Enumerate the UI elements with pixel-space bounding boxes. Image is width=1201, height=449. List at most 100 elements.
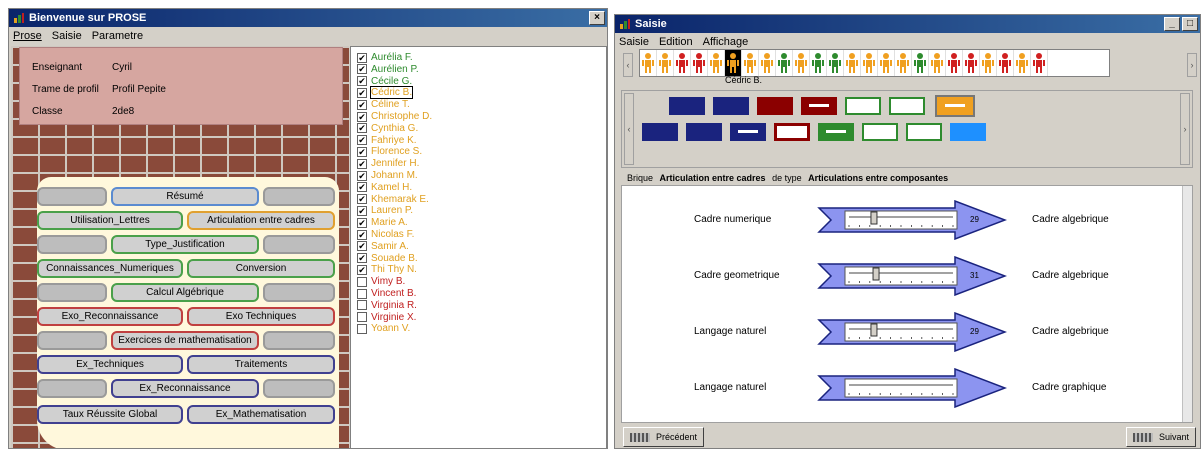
brick-darkred[interactable]	[757, 97, 793, 115]
student-checkbox[interactable]: ✔	[357, 87, 367, 98]
student-checkbox[interactable]	[357, 276, 367, 287]
brick-navy[interactable]	[669, 97, 705, 115]
student-item[interactable]: ✔ Cécile G.	[357, 76, 412, 87]
student-figure-icon[interactable]	[742, 50, 759, 76]
student-checkbox[interactable]: ✔	[357, 111, 367, 122]
student-item[interactable]: ✔ Marie A.	[357, 217, 408, 228]
student-checkbox[interactable]: ✔	[357, 52, 367, 63]
ex-techniques-button[interactable]: Ex_Techniques	[37, 355, 183, 374]
student-figure-icon[interactable]	[963, 50, 980, 76]
student-item[interactable]: ✔ Nicolas F.	[357, 229, 414, 240]
student-figure-icon[interactable]	[759, 50, 776, 76]
student-figure-icon[interactable]	[657, 50, 674, 76]
student-checkbox[interactable]: ✔	[357, 241, 367, 252]
student-figure-icon[interactable]	[929, 50, 946, 76]
connaissances-numeriques-button[interactable]: Connaissances_Numeriques	[37, 259, 183, 278]
menu-affichage[interactable]: Affichage	[703, 36, 749, 48]
student-figure-icon[interactable]	[640, 50, 657, 76]
student-figure-icon[interactable]	[878, 50, 895, 76]
brick-green-outline[interactable]	[906, 123, 942, 141]
previous-button[interactable]: Précédent	[623, 427, 705, 447]
brick-green-outline[interactable]	[845, 97, 881, 115]
student-figure-icon[interactable]	[691, 50, 708, 76]
brick-darkred-open[interactable]	[801, 97, 837, 115]
student-checkbox[interactable]: ✔	[357, 170, 367, 181]
student-checkbox[interactable]	[357, 312, 367, 323]
student-checkbox[interactable]: ✔	[357, 205, 367, 216]
student-figure-icon[interactable]	[810, 50, 827, 76]
brick-green-outline[interactable]	[889, 97, 925, 115]
student-figure-icon[interactable]	[997, 50, 1014, 76]
student-item[interactable]: ✔ Céline T.	[357, 99, 410, 110]
student-item[interactable]: ✔ Aurélia F.	[357, 52, 413, 63]
articulation-cadres-button[interactable]: Articulation entre cadres	[187, 211, 335, 230]
student-figure-icon[interactable]	[776, 50, 793, 76]
maximize-icon[interactable]: □	[1182, 17, 1198, 31]
student-checkbox[interactable]	[357, 288, 367, 299]
taux-reussite-button[interactable]: Taux Réussite Global	[37, 405, 183, 424]
figures-scroll-left[interactable]: ‹	[623, 53, 633, 77]
student-checkbox[interactable]: ✔	[357, 146, 367, 157]
bricks-scroll-left[interactable]: ‹	[624, 93, 634, 165]
student-item[interactable]: ✔ Samir A.	[357, 241, 409, 252]
student-checkbox[interactable]: ✔	[357, 194, 367, 205]
student-checkbox[interactable]: ✔	[357, 135, 367, 146]
student-item[interactable]: ✔ Lauren P.	[357, 205, 413, 216]
menu-saisie[interactable]: Saisie	[52, 30, 82, 42]
calcul-algebrique-button[interactable]: Calcul Algébrique	[111, 283, 259, 302]
student-item[interactable]: Vincent B.	[357, 288, 416, 299]
exo-reconnaissance-button[interactable]: Exo_Reconnaissance	[37, 307, 183, 326]
brick-lightblue[interactable]	[950, 123, 986, 141]
student-figure-icon[interactable]	[674, 50, 691, 76]
brick-navy[interactable]	[686, 123, 722, 141]
student-checkbox[interactable]	[357, 300, 367, 311]
menu-parametre[interactable]: Parametre	[92, 30, 143, 42]
student-item[interactable]: Virginie X.	[357, 312, 416, 323]
brick-green-open[interactable]	[818, 123, 854, 141]
student-item[interactable]: Yoann V.	[357, 323, 410, 334]
student-checkbox[interactable]: ✔	[357, 182, 367, 193]
student-item[interactable]: ✔ Florence S.	[357, 146, 422, 157]
student-item[interactable]: ✔ Thi Thy N.	[357, 264, 417, 275]
vertical-scrollbar[interactable]	[1182, 186, 1192, 422]
type-justification-button[interactable]: Type_Justification	[111, 235, 259, 254]
student-checkbox[interactable]: ✔	[357, 253, 367, 264]
minimize-icon[interactable]: _	[1164, 17, 1180, 31]
student-item[interactable]: Virginia R.	[357, 300, 417, 311]
menu-edition[interactable]: Edition	[659, 36, 693, 48]
bricks-scroll-right[interactable]: ›	[1180, 93, 1190, 165]
student-checkbox[interactable]: ✔	[357, 217, 367, 228]
student-item[interactable]: ✔ Fahriye K.	[357, 135, 417, 146]
student-figure-icon[interactable]	[895, 50, 912, 76]
student-figure-icon[interactable]	[725, 50, 742, 76]
student-figure-icon[interactable]	[861, 50, 878, 76]
student-item[interactable]: ✔ Jennifer H.	[357, 158, 419, 169]
resume-button[interactable]: Résumé	[111, 187, 259, 206]
student-figure-icon[interactable]	[708, 50, 725, 76]
conversion-button[interactable]: Conversion	[187, 259, 335, 278]
close-icon[interactable]: ×	[589, 11, 605, 25]
student-item[interactable]: Vimy B.	[357, 276, 405, 287]
student-item[interactable]: ✔ Johann M.	[357, 170, 418, 181]
exo-techniques-button[interactable]: Exo Techniques	[187, 307, 335, 326]
student-checkbox[interactable]: ✔	[357, 76, 367, 87]
traitements-button[interactable]: Traitements	[187, 355, 335, 374]
ex-mathematisation-button[interactable]: Ex_Mathematisation	[187, 405, 335, 424]
brick-navy[interactable]	[713, 97, 749, 115]
student-item[interactable]: ✔ Kamel H.	[357, 182, 412, 193]
student-checkbox[interactable]: ✔	[357, 158, 367, 169]
student-checkbox[interactable]: ✔	[357, 64, 367, 75]
brick-green-outline[interactable]	[862, 123, 898, 141]
brick-navy-open[interactable]	[730, 123, 766, 141]
utilisation-lettres-button[interactable]: Utilisation_Lettres	[37, 211, 183, 230]
student-item[interactable]: ✔ Khemarak E.	[357, 194, 429, 205]
student-figure-icon[interactable]	[827, 50, 844, 76]
brick-navy[interactable]	[642, 123, 678, 141]
student-checkbox[interactable]	[357, 323, 367, 334]
student-checkbox[interactable]: ✔	[357, 123, 367, 134]
menu-saisie[interactable]: Saisie	[619, 36, 649, 48]
student-checkbox[interactable]: ✔	[357, 99, 367, 110]
student-checkbox[interactable]: ✔	[357, 264, 367, 275]
student-item[interactable]: ✔ Souade B.	[357, 253, 418, 264]
student-item[interactable]: ✔ Christophe D.	[357, 111, 432, 122]
